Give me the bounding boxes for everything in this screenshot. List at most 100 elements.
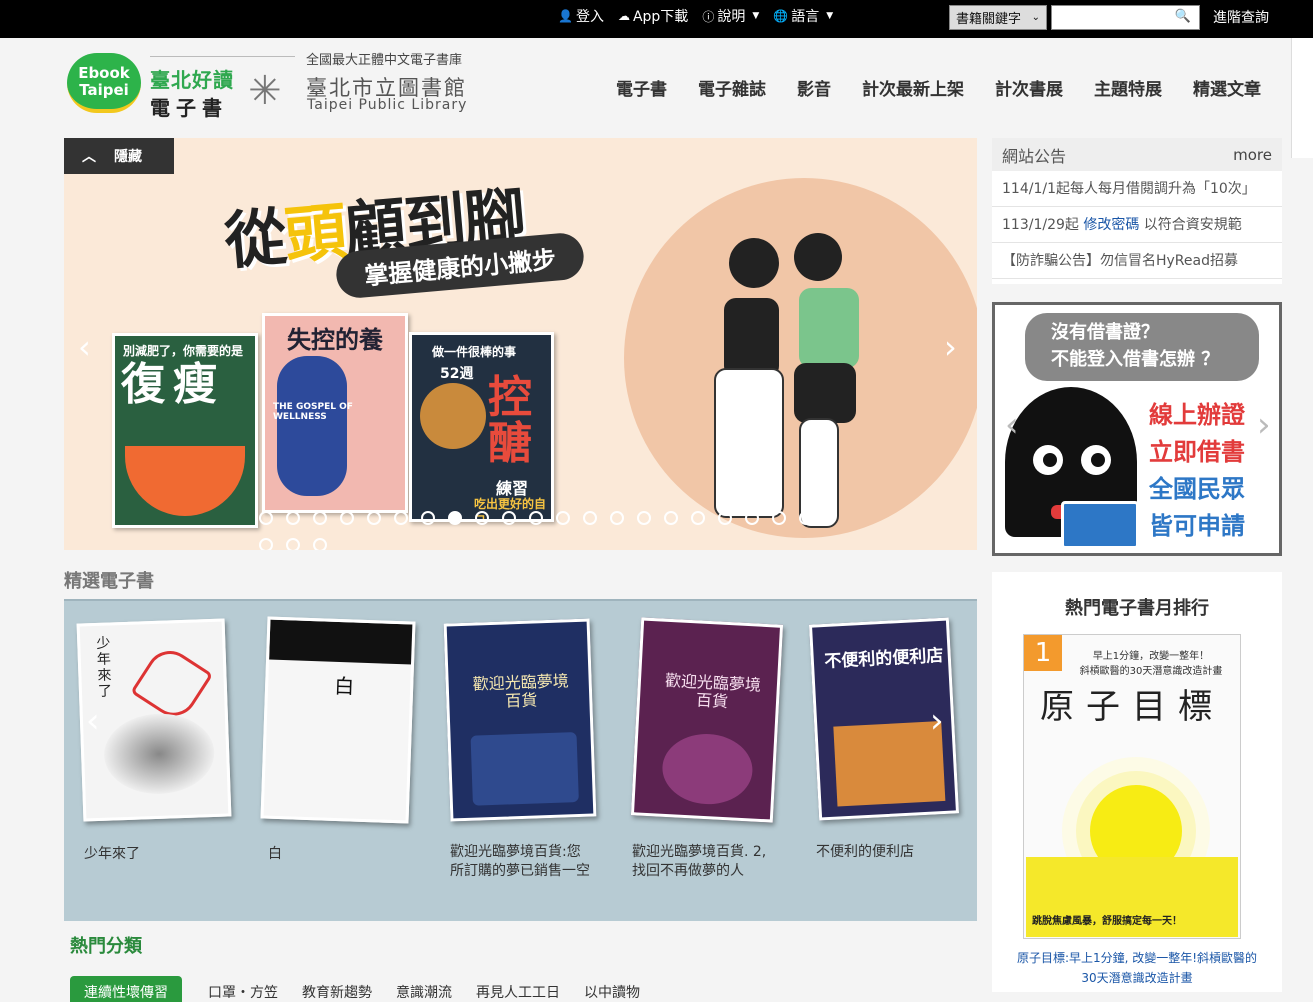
banner-page-dot[interactable] — [718, 511, 732, 525]
banner-page-dot[interactable] — [340, 511, 354, 525]
banner-page-dot[interactable] — [475, 511, 489, 525]
library-card-ad[interactable]: 沒有借書證？ 不能登入借書怎辦 ？ 線上辦證 立即借書 全國民眾 皆可申請 ‹ … — [992, 302, 1282, 556]
login-link[interactable]: 👤 登入 — [558, 6, 604, 26]
banner-book-wellness[interactable]: 失控的養生 THE GOSPEL OF WELLNESS — [262, 313, 408, 513]
banner-next-arrow[interactable]: › — [944, 328, 957, 366]
nav-ebook[interactable]: 電子書 — [616, 75, 667, 100]
notice-header: 網站公告 more — [992, 138, 1282, 171]
hide-banner-button[interactable]: ︿ 隱藏 — [64, 138, 174, 174]
banner-pagination — [259, 511, 819, 550]
runner-woman-legs — [714, 368, 784, 518]
banner-page-dot[interactable] — [394, 511, 408, 525]
app-download-link[interactable]: ☁ App下載 — [618, 6, 688, 26]
featured-book-cover[interactable]: 少年來了 — [76, 618, 232, 822]
nav-emagazine[interactable]: 電子雜誌 — [698, 75, 766, 100]
featured-book-title[interactable]: 白 — [268, 845, 418, 864]
banner-page-dot[interactable] — [691, 511, 705, 525]
red-ribbon-illustration — [130, 641, 214, 725]
search-icon[interactable]: 🔍 — [1175, 9, 1191, 24]
notice-item[interactable]: 【防詐騙公告】勿信冒名HyRead招募 — [992, 243, 1282, 279]
top-links: 👤 登入 ☁ App下載 ⓘ 說明 ▼ 🌐 語言 ▼ — [558, 6, 833, 26]
search-type-select[interactable]: 書籍關鍵字 ⌄ — [949, 5, 1047, 30]
banner-book-fushou[interactable]: 別減肥了，你需要的是 復瘦 — [112, 333, 258, 528]
change-password-link[interactable]: 修改密碼 — [1083, 217, 1139, 233]
notice-item[interactable]: 113/1/29起 修改密碼 以符合資安規範 — [992, 207, 1282, 243]
search-input[interactable]: 🔍 — [1051, 5, 1200, 30]
banner-page-dot[interactable] — [259, 511, 273, 525]
nav-articles[interactable]: 精選文章 — [1193, 75, 1261, 100]
featured-book-title[interactable]: 歡迎光臨夢境百貨. 2, 找回不再做夢的人 — [632, 843, 777, 881]
category-tab[interactable]: 口罩・方笠 — [208, 976, 278, 1002]
notice-more-link[interactable]: more — [1233, 146, 1272, 164]
help-menu[interactable]: ⓘ 說明 ▼ — [702, 6, 759, 26]
hot-category-tabs: 連續性壞傳習 口罩・方笠 教育新趨勢 意識潮流 再見人工工日 以中讀物 — [70, 976, 640, 1002]
food-plate-illustration — [420, 383, 486, 449]
nav-new-arrivals[interactable]: 計次最新上架 — [862, 75, 964, 100]
banner-book-sugar[interactable]: 做一件很棒的事 52週 控醣 練習 吃出更好的自己 — [409, 332, 554, 522]
ranking-book-title-link[interactable]: 原子目標:早上1分鐘, 改變一整年!斜槓歐醫的30天潛意識改造計畫 — [1010, 948, 1264, 988]
featured-book-title[interactable]: 歡迎光臨夢境百貨:您所訂購的夢已銷售一空 — [450, 843, 590, 881]
banner-page-dot[interactable] — [313, 538, 327, 550]
bowl-illustration — [125, 446, 245, 516]
cloud-download-icon: ☁ — [617, 9, 630, 23]
nav-video[interactable]: 影音 — [797, 75, 831, 100]
runner-man-head — [794, 233, 842, 281]
featured-book-cover[interactable]: 歡迎光臨夢境百貨 — [630, 617, 784, 823]
site-notice-panel: 網站公告 more 114/1/1起每人每月借閱調升為「10次」 113/1/2… — [992, 138, 1282, 284]
logo-tagline: 全國最大正體中文電子書庫 — [306, 53, 463, 68]
featured-book-cover[interactable]: 白 — [260, 616, 416, 824]
banner-page-dot[interactable] — [313, 511, 327, 525]
hero-banner[interactable]: ︿隱藏 從頭顧到腳 掌握健康的小撇步 別減肥了，你需要的是 復瘦 失控的養生 T… — [64, 138, 977, 550]
rank-number-badge: 1 — [1024, 635, 1062, 671]
featured-book-title[interactable]: 不便利的便利店 — [816, 843, 956, 862]
featured-next-arrow[interactable]: › — [930, 701, 944, 741]
banner-page-dot[interactable] — [448, 511, 462, 525]
chevron-down-icon: ⌄ — [1031, 12, 1040, 23]
advanced-search-link[interactable]: 進階查詢 — [1213, 7, 1269, 27]
ranking-book-cover[interactable]: 1 早上1分鐘，改變一整年！ 斜槓歐醫的30天潛意識改造計畫 原子目標 跳脫焦慮… — [1023, 634, 1241, 939]
globe-icon: 🌐 — [773, 9, 789, 23]
banner-page-dot[interactable] — [286, 511, 300, 525]
ad-prev-arrow[interactable]: ‹ — [1005, 405, 1019, 445]
nav-theme-exhibit[interactable]: 主題特展 — [1094, 75, 1162, 100]
runner-woman-head — [729, 238, 779, 288]
flower-illustration — [102, 711, 216, 796]
banner-page-dot[interactable] — [421, 511, 435, 525]
banner-page-dot[interactable] — [583, 511, 597, 525]
banner-page-dot[interactable] — [610, 511, 624, 525]
banner-page-dot[interactable] — [367, 511, 381, 525]
banner-page-dot[interactable] — [799, 511, 813, 525]
featured-book-cover[interactable]: 歡迎光臨夢境百貨 — [443, 618, 597, 822]
category-tab[interactable]: 以中讀物 — [584, 976, 640, 1002]
banner-page-dot[interactable] — [637, 511, 651, 525]
banner-page-dot[interactable] — [664, 511, 678, 525]
banner-page-dot[interactable] — [745, 511, 759, 525]
category-tab[interactable]: 意識潮流 — [396, 976, 452, 1002]
featured-book-title[interactable]: 少年來了 — [84, 845, 234, 864]
top-bar: 👤 登入 ☁ App下載 ⓘ 說明 ▼ 🌐 語言 ▼ 書籍關鍵字 ⌄ 🔍 進階查詢 — [0, 0, 1313, 38]
cover-title: 原子目標 — [1040, 687, 1224, 727]
category-tab[interactable]: 教育新趨勢 — [302, 976, 372, 1002]
ebook-taipei-logo[interactable]: Ebook Taipei — [67, 53, 141, 113]
featured-prev-arrow[interactable]: ‹ — [86, 701, 100, 741]
banner-page-dot[interactable] — [259, 538, 273, 550]
main-nav: 電子書 電子雜誌 影音 計次最新上架 計次書展 主題特展 精選文章 — [616, 75, 1261, 100]
category-tab[interactable]: 再見人工工日 — [476, 976, 560, 1002]
banner-page-dot[interactable] — [286, 538, 300, 550]
category-tab[interactable]: 連續性壞傳習 — [70, 976, 182, 1002]
library-name-en: Taipei Public Library — [307, 97, 468, 113]
notice-item[interactable]: 114/1/1起每人每月借閱調升為「10次」 — [992, 171, 1282, 207]
banner-page-dot[interactable] — [502, 511, 516, 525]
language-menu[interactable]: 🌐 語言 ▼ — [773, 6, 833, 26]
banner-page-dot[interactable] — [772, 511, 786, 525]
banner-page-dot[interactable] — [556, 511, 570, 525]
tree-illustration — [660, 731, 755, 807]
banner-page-dot[interactable] — [529, 511, 543, 525]
caret-down-icon: ▼ — [752, 11, 760, 21]
nav-book-fair[interactable]: 計次書展 — [995, 75, 1063, 100]
ad-speech-bubble: 沒有借書證？ 不能登入借書怎辦 ？ — [1025, 313, 1259, 381]
ad-next-arrow[interactable]: › — [1257, 405, 1271, 445]
banner-prev-arrow[interactable]: ‹ — [78, 328, 91, 366]
side-widget-edge[interactable] — [1291, 38, 1313, 158]
notice-title: 網站公告 — [1002, 146, 1067, 166]
